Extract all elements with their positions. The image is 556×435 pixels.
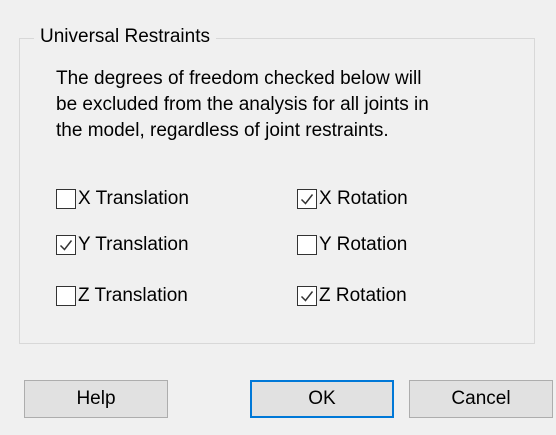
check-mark-icon xyxy=(300,291,314,302)
checkbox-box[interactable] xyxy=(56,189,76,209)
checkbox-label: X Rotation xyxy=(319,188,408,209)
ok-button[interactable]: OK xyxy=(250,380,394,418)
description-text: The degrees of freedom checked below wil… xyxy=(56,66,526,144)
checkbox-box[interactable] xyxy=(297,235,317,255)
checkbox-box[interactable] xyxy=(56,286,76,306)
description-line: the model, regardless of joint restraint… xyxy=(56,120,389,141)
x-translation-checkbox[interactable]: X Translation xyxy=(56,186,189,212)
checkbox-label: Y Rotation xyxy=(319,234,408,255)
cancel-button[interactable]: Cancel xyxy=(409,380,553,418)
check-mark-icon xyxy=(300,194,314,205)
x-rotation-checkbox[interactable]: X Rotation xyxy=(297,186,408,212)
checkbox-box[interactable] xyxy=(297,189,317,209)
checkbox-label: Z Rotation xyxy=(319,285,407,306)
z-translation-checkbox[interactable]: Z Translation xyxy=(56,283,188,309)
checkbox-box[interactable] xyxy=(56,235,76,255)
y-translation-checkbox[interactable]: Y Translation xyxy=(56,232,189,258)
checkbox-label: X Translation xyxy=(78,188,189,209)
y-rotation-checkbox[interactable]: Y Rotation xyxy=(297,232,407,258)
z-rotation-checkbox[interactable]: Z Rotation xyxy=(297,283,407,309)
check-mark-icon xyxy=(59,240,73,251)
checkbox-box[interactable] xyxy=(297,286,317,306)
description-line: The degrees of freedom checked below wil… xyxy=(56,68,422,89)
help-button[interactable]: Help xyxy=(24,380,168,418)
group-title: Universal Restraints xyxy=(34,24,216,50)
checkbox-label: Z Translation xyxy=(78,285,188,306)
checkbox-label: Y Translation xyxy=(78,234,189,255)
description-line: be excluded from the analysis for all jo… xyxy=(56,94,429,115)
